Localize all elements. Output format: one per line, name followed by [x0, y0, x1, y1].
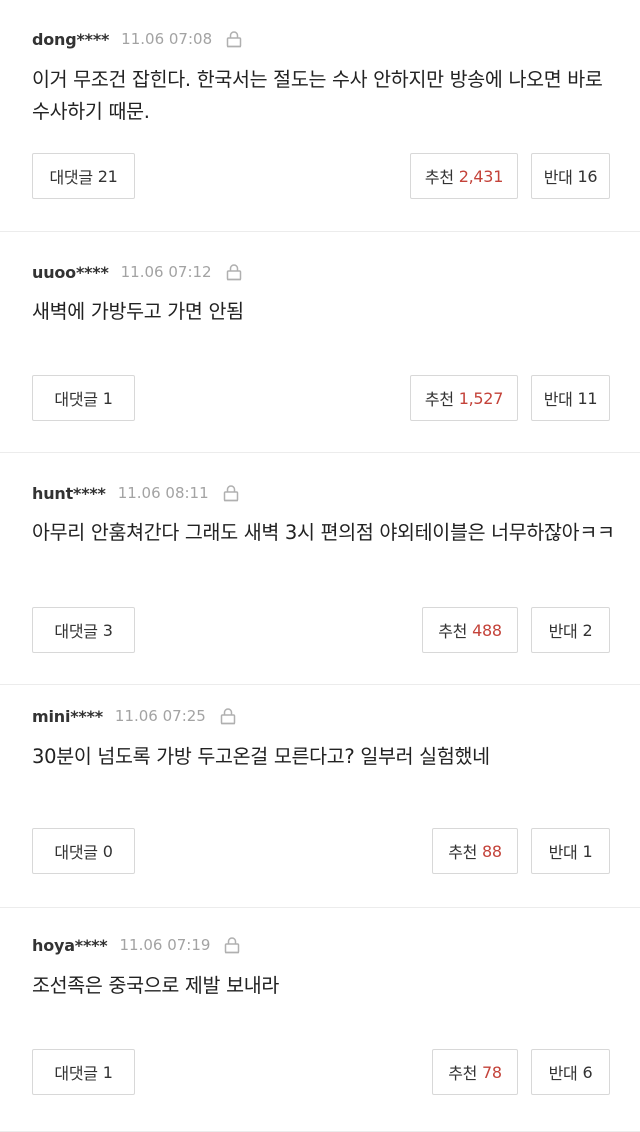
lock-icon[interactable] — [223, 484, 239, 502]
comment-author[interactable]: uuoo**** — [32, 263, 109, 282]
dislike-button[interactable]: 반대 6 — [531, 1049, 610, 1095]
comment-item: uuoo**** 11.06 07:12 새벽에 가방두고 가면 안됨 대댓글 1… — [0, 232, 640, 453]
dislike-label: 반대 — [548, 1064, 578, 1083]
dislike-count: 1 — [582, 841, 593, 861]
lock-icon[interactable] — [224, 936, 240, 954]
comment-list: dong**** 11.06 07:08 이거 무조건 잡힌다. 한국서는 절도… — [0, 0, 640, 1132]
like-count: 2,431 — [458, 166, 504, 186]
reply-count: 3 — [102, 620, 113, 640]
like-count: 1,527 — [458, 388, 504, 408]
like-count: 78 — [482, 1062, 502, 1082]
dislike-count: 6 — [582, 1062, 593, 1082]
dislike-count: 2 — [582, 620, 593, 640]
comment-author[interactable]: dong**** — [32, 30, 109, 49]
comment-text: 새벽에 가방두고 가면 안됨 — [32, 300, 244, 323]
reply-count: 1 — [102, 388, 113, 408]
reply-button[interactable]: 대댓글 3 — [32, 607, 135, 653]
like-label: 추천 — [438, 622, 468, 641]
reply-button[interactable]: 대댓글 1 — [32, 375, 135, 421]
dislike-button[interactable]: 반대 11 — [531, 375, 610, 421]
reply-label: 대댓글 — [54, 390, 98, 409]
like-button[interactable]: 추천 2,431 — [410, 153, 518, 199]
reply-label: 대댓글 — [54, 843, 98, 862]
reply-button[interactable]: 대댓글 21 — [32, 153, 135, 199]
comment-item: dong**** 11.06 07:08 이거 무조건 잡힌다. 한국서는 절도… — [0, 0, 640, 232]
reply-count: 1 — [102, 1062, 113, 1082]
comment-time: 11.06 07:12 — [120, 263, 212, 281]
like-label: 추천 — [424, 390, 454, 409]
comment-text: 아무리 안훔쳐간다 그래도 새벽 3시 편의점 야외테이블은 너무하잖아ㅋㅋ — [32, 521, 615, 544]
comment-time: 11.06 07:25 — [114, 707, 206, 725]
reply-count: 21 — [97, 166, 118, 186]
like-button[interactable]: 추천 78 — [432, 1049, 518, 1095]
like-button[interactable]: 추천 488 — [422, 607, 518, 653]
dislike-label: 반대 — [543, 390, 573, 409]
comment-text: 30분이 넘도록 가방 두고온걸 모른다고? 일부러 실험했네 — [32, 745, 490, 768]
dislike-button[interactable]: 반대 16 — [531, 153, 610, 199]
dislike-count: 11 — [577, 388, 598, 408]
comment-author[interactable]: hoya**** — [32, 936, 108, 955]
comment-meta: hunt**** 11.06 08:11 — [32, 480, 239, 506]
like-label: 추천 — [448, 843, 478, 862]
comment-time: 11.06 07:08 — [121, 30, 213, 48]
lock-icon[interactable] — [220, 707, 236, 725]
comment-meta: mini**** 11.06 07:25 — [32, 703, 236, 729]
reply-button[interactable]: 대댓글 0 — [32, 828, 135, 874]
dislike-label: 반대 — [548, 843, 578, 862]
comment-author[interactable]: mini**** — [32, 707, 103, 726]
dislike-label: 반대 — [548, 622, 578, 641]
reply-count: 0 — [102, 841, 113, 861]
reply-label: 대댓글 — [54, 1064, 98, 1083]
comment-meta: dong**** 11.06 07:08 — [32, 26, 242, 52]
like-label: 추천 — [448, 1064, 478, 1083]
dislike-label: 반대 — [543, 168, 573, 187]
like-count: 488 — [472, 620, 502, 640]
reply-label: 대댓글 — [54, 622, 98, 641]
lock-icon[interactable] — [226, 263, 242, 281]
comment-item: mini**** 11.06 07:25 30분이 넘도록 가방 두고온걸 모른… — [0, 685, 640, 908]
comment-author[interactable]: hunt**** — [32, 484, 106, 503]
dislike-button[interactable]: 반대 1 — [531, 828, 610, 874]
reply-label: 대댓글 — [49, 168, 93, 187]
lock-icon[interactable] — [226, 30, 242, 48]
like-button[interactable]: 추천 1,527 — [410, 375, 518, 421]
like-count: 88 — [482, 841, 502, 861]
comment-time: 11.06 08:11 — [117, 484, 209, 502]
reply-button[interactable]: 대댓글 1 — [32, 1049, 135, 1095]
comment-meta: uuoo**** 11.06 07:12 — [32, 259, 242, 285]
comment-text: 이거 무조건 잡힌다. 한국서는 절도는 수사 안하지만 방송에 나오면 바로 … — [32, 68, 603, 123]
dislike-button[interactable]: 반대 2 — [531, 607, 610, 653]
like-label: 추천 — [424, 168, 454, 187]
comment-time: 11.06 07:19 — [119, 936, 211, 954]
comment-meta: hoya**** 11.06 07:19 — [32, 932, 240, 958]
comment-item: hunt**** 11.06 08:11 아무리 안훔쳐간다 그래도 새벽 3시… — [0, 453, 640, 685]
comment-item: hoya**** 11.06 07:19 조선족은 중국으로 제발 보내라 대댓… — [0, 908, 640, 1132]
comment-text: 조선족은 중국으로 제발 보내라 — [32, 974, 280, 997]
like-button[interactable]: 추천 88 — [432, 828, 518, 874]
dislike-count: 16 — [577, 166, 598, 186]
